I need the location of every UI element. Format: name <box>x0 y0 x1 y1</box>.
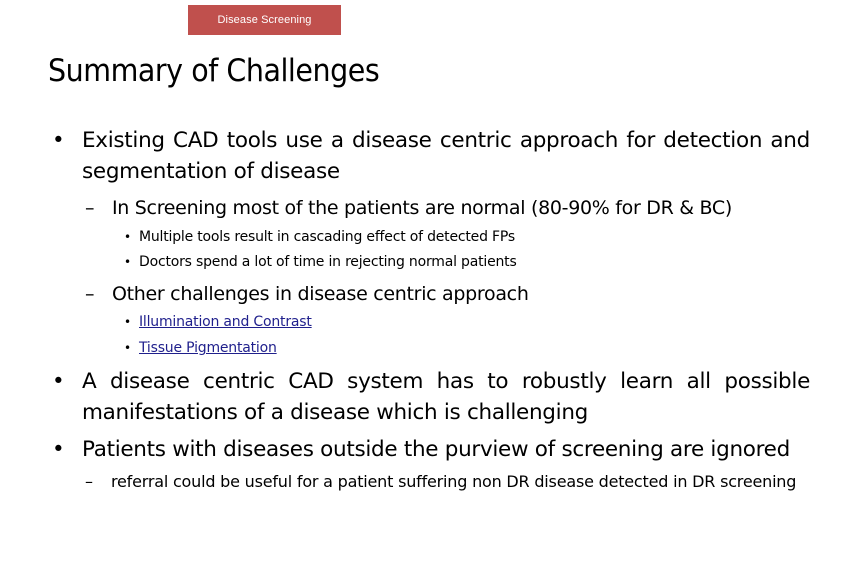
sub-bullet-text: In Screening most of the patients are no… <box>112 197 732 219</box>
bullet-text: Existing CAD tools use a disease centric… <box>82 128 810 184</box>
bullet-icon: • <box>124 341 131 355</box>
bullet-item: • Existing CAD tools use a disease centr… <box>52 125 812 187</box>
bullet-text: Patients with diseases outside the purvi… <box>82 437 790 462</box>
section-tag-label: Disease Screening <box>217 14 312 26</box>
bullet-icon: • <box>52 128 65 153</box>
dash-icon: – <box>85 197 95 219</box>
bullet-item: • A disease centric CAD system has to ro… <box>52 366 812 428</box>
bullet-text: A disease centric CAD system has to robu… <box>82 369 810 425</box>
slide-title: Summary of Challenges <box>48 53 380 89</box>
tissue-pigmentation-link[interactable]: Tissue Pigmentation <box>139 338 277 358</box>
sub-sub-bullet-text: Multiple tools result in cascading effec… <box>139 229 515 245</box>
bullet-icon: • <box>52 369 65 394</box>
bullet-item: • Patients with diseases outside the pur… <box>52 434 812 465</box>
bullet-icon: • <box>52 437 65 462</box>
sub-sub-bullet-text: Doctors spend a lot of time in rejecting… <box>139 254 517 270</box>
sub-bullet-text: Other challenges in disease centric appr… <box>112 283 529 305</box>
section-tag: Disease Screening <box>188 5 341 35</box>
bullet-icon: • <box>124 230 131 244</box>
dash-icon: – <box>85 283 95 305</box>
illumination-contrast-link[interactable]: Illumination and Contrast <box>139 312 312 332</box>
sub-bullet-text: referral could be useful for a patient s… <box>111 472 797 491</box>
bullet-icon: • <box>124 315 131 329</box>
bullet-icon: • <box>124 255 131 269</box>
dash-icon: – <box>85 472 93 491</box>
